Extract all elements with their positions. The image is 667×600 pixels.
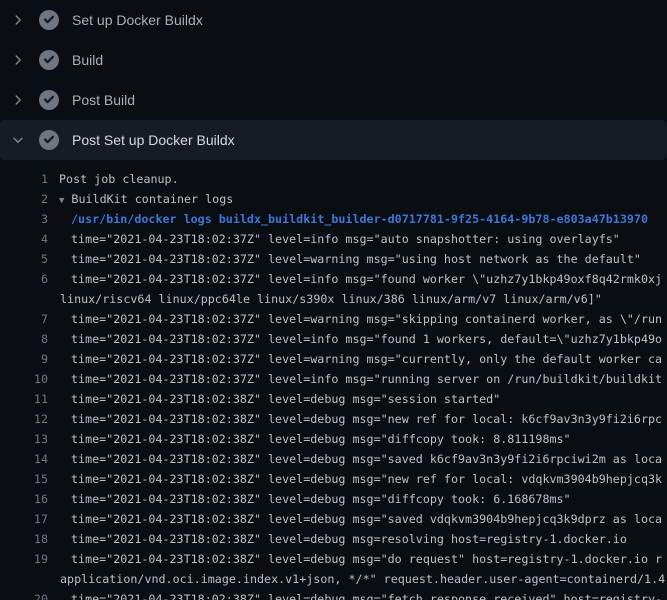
log-line-number[interactable]: 7: [0, 309, 48, 329]
log-row: 10 time="2021-04-23T18:02:37Z" level=info…: [0, 369, 667, 389]
log-row: 8 time="2021-04-23T18:02:37Z" level=info …: [0, 329, 667, 349]
log-line-text: time="2021-04-23T18:02:38Z" level=debug …: [71, 389, 500, 409]
step-row-set-up-docker-buildx[interactable]: Set up Docker Buildx: [0, 0, 667, 40]
check-circle-icon: [39, 10, 59, 30]
log-row: 12 time="2021-04-23T18:02:38Z" level=debu…: [0, 409, 667, 429]
log-line-number[interactable]: 4: [0, 229, 48, 249]
log-line-number: [0, 569, 48, 589]
log-row: 17 time="2021-04-23T18:02:38Z" level=debu…: [0, 509, 667, 529]
log-line-number[interactable]: 20: [0, 589, 48, 600]
chevron-right-icon[interactable]: [10, 52, 26, 68]
log-row: 3/usr/bin/docker logs buildx_buildkit_bu…: [0, 209, 667, 229]
log-line-number[interactable]: 14: [0, 449, 48, 469]
log-line-number[interactable]: 6: [0, 269, 48, 289]
step-list: Set up Docker Buildx Build Post Build Post …: [0, 0, 667, 160]
log-row: 7 time="2021-04-23T18:02:37Z" level=warni…: [0, 309, 667, 329]
log-line-text: time="2021-04-23T18:02:38Z" level=debug …: [71, 429, 571, 449]
log-row: 20 time="2021-04-23T18:02:38Z" level=debu…: [0, 589, 667, 600]
log-line-text: time="2021-04-23T18:02:38Z" level=debug …: [71, 509, 662, 529]
log-line-text: time="2021-04-23T18:02:38Z" level=debug …: [71, 589, 662, 600]
log-row: 5 time="2021-04-23T18:02:37Z" level=warni…: [0, 249, 667, 269]
log-row: 15 time="2021-04-23T18:02:38Z" level=debu…: [0, 469, 667, 489]
step-label: Set up Docker Buildx: [72, 12, 203, 28]
log-row: 19 time="2021-04-23T18:02:38Z" level=debu…: [0, 549, 667, 569]
log-line-number: [0, 289, 48, 309]
log-line-text: application/vnd.oci.image.index.v1+json,…: [60, 569, 665, 589]
log-row: 4 time="2021-04-23T18:02:37Z" level=info …: [0, 229, 667, 249]
log-line-text: time="2021-04-23T18:02:37Z" level=info m…: [71, 329, 662, 349]
log-row: 13 time="2021-04-23T18:02:38Z" level=debu…: [0, 429, 667, 449]
check-circle-icon: [39, 90, 59, 110]
workflow-log-pane: Set up Docker Buildx Build Post Build Post …: [0, 0, 667, 600]
log-lines: 1 Post job cleanup. 2 ▼ BuildKit container l…: [0, 160, 667, 600]
log-line-text: time="2021-04-23T18:02:37Z" level=info m…: [71, 229, 620, 249]
check-circle-icon: [39, 50, 59, 70]
check-circle-icon: [39, 130, 59, 150]
step-label: Post Set up Docker Buildx: [72, 132, 235, 148]
log-line-text: time="2021-04-23T18:02:37Z" level=info m…: [71, 369, 662, 389]
log-row: 14 time="2021-04-23T18:02:38Z" level=debu…: [0, 449, 667, 469]
log-line-text: ▼ BuildKit container logs: [59, 189, 233, 209]
log-line-number[interactable]: 8: [0, 329, 48, 349]
log-line-number[interactable]: 11: [0, 389, 48, 409]
log-line-number[interactable]: 19: [0, 549, 48, 569]
log-row: 2 ▼ BuildKit container logs: [0, 189, 667, 209]
log-line-text: time="2021-04-23T18:02:38Z" level=debug …: [71, 409, 662, 429]
log-line-number[interactable]: 18: [0, 529, 48, 549]
log-line-number[interactable]: 12: [0, 409, 48, 429]
log-row: 18 time="2021-04-23T18:02:38Z" level=debu…: [0, 529, 667, 549]
chevron-down-icon[interactable]: [10, 132, 26, 148]
group-toggle-icon[interactable]: ▼: [59, 196, 64, 206]
log-line-text: time="2021-04-23T18:02:37Z" level=warnin…: [71, 349, 662, 369]
chevron-right-icon[interactable]: [10, 92, 26, 108]
step-row-build[interactable]: Build: [0, 40, 667, 80]
chevron-right-icon[interactable]: [10, 12, 26, 28]
step-row-post-set-up-docker-buildx[interactable]: Post Set up Docker Buildx: [0, 120, 667, 160]
log-line-number[interactable]: 10: [0, 369, 48, 389]
log-row: 11 time="2021-04-23T18:02:38Z" level=debu…: [0, 389, 667, 409]
log-line-number[interactable]: 13: [0, 429, 48, 449]
log-line-text: linux/riscv64 linux/ppc64le linux/s390x …: [60, 289, 602, 309]
log-row-wrap: linux/riscv64 linux/ppc64le linux/s390x …: [0, 289, 667, 309]
step-label: Post Build: [72, 92, 135, 108]
step-row-post-build[interactable]: Post Build: [0, 80, 667, 120]
log-line-text: time="2021-04-23T18:02:37Z" level=info m…: [71, 269, 662, 289]
step-label: Build: [72, 52, 103, 68]
log-line-text: time="2021-04-23T18:02:38Z" level=debug …: [71, 529, 627, 549]
log-line-text: time="2021-04-23T18:02:38Z" level=debug …: [71, 449, 662, 469]
log-line-text: time="2021-04-23T18:02:37Z" level=warnin…: [71, 249, 641, 269]
log-line-number[interactable]: 16: [0, 489, 48, 509]
log-row-wrap: application/vnd.oci.image.index.v1+json,…: [0, 569, 667, 589]
log-line-number[interactable]: 17: [0, 509, 48, 529]
log-row: 16 time="2021-04-23T18:02:38Z" level=debu…: [0, 489, 667, 509]
log-line-text: time="2021-04-23T18:02:38Z" level=debug …: [71, 469, 662, 489]
log-command-text: /usr/bin/docker logs buildx_buildkit_bui…: [71, 209, 648, 229]
log-line-number[interactable]: 3: [0, 209, 48, 229]
log-line-number[interactable]: 15: [0, 469, 48, 489]
log-row: 1 Post job cleanup.: [0, 169, 667, 189]
log-line-number[interactable]: 1: [0, 169, 48, 189]
log-line-text: Post job cleanup.: [59, 169, 179, 189]
log-line-text: time="2021-04-23T18:02:38Z" level=debug …: [71, 489, 571, 509]
log-row: 6 time="2021-04-23T18:02:37Z" level=info …: [0, 269, 667, 289]
log-line-text: time="2021-04-23T18:02:38Z" level=debug …: [71, 549, 662, 569]
group-title[interactable]: BuildKit container logs: [71, 192, 233, 206]
log-row: 9 time="2021-04-23T18:02:37Z" level=warni…: [0, 349, 667, 369]
log-line-text: time="2021-04-23T18:02:37Z" level=warnin…: [71, 309, 662, 329]
log-line-number[interactable]: 5: [0, 249, 48, 269]
log-line-number[interactable]: 9: [0, 349, 48, 369]
log-line-number[interactable]: 2: [0, 189, 48, 209]
